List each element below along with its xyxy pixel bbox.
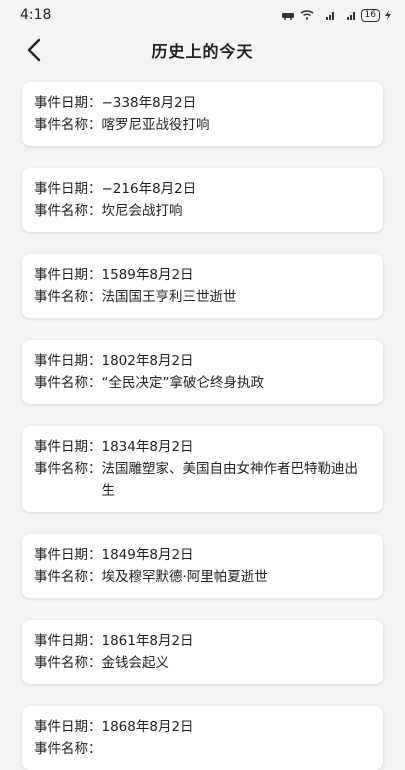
event-card[interactable]: 事件日期： −338年8月2日 事件名称： 喀罗尼亚战役打响	[22, 82, 383, 146]
name-label: 事件名称：	[34, 569, 102, 585]
date-label: 事件日期：	[34, 547, 102, 563]
car-icon	[281, 13, 294, 20]
wifi-icon	[300, 10, 313, 20]
event-date: 1802年8月2日	[101, 353, 194, 369]
event-date: 1861年8月2日	[101, 633, 194, 649]
status-icons: 16	[281, 8, 391, 22]
name-label: 事件名称：	[34, 203, 102, 219]
status-bar: 4:18 16	[0, 0, 405, 30]
name-label: 事件名称：	[34, 289, 102, 305]
event-name: “全民决定”拿破仑终身执政	[101, 375, 265, 391]
event-date: 1589年8月2日	[101, 267, 194, 283]
event-date: 1868年8月2日	[101, 719, 194, 735]
chevron-left-icon	[27, 38, 41, 62]
name-label: 事件名称：	[34, 741, 102, 757]
name-label: 事件名称：	[34, 461, 102, 477]
event-name: 金钱会起义	[101, 655, 170, 671]
date-label: 事件日期：	[34, 439, 102, 455]
date-label: 事件日期：	[34, 633, 102, 649]
event-card[interactable]: 事件日期： −216年8月2日 事件名称： 坎尼会战打响	[22, 168, 383, 232]
event-name: 喀罗尼亚战役打响	[101, 117, 210, 133]
name-label: 事件名称：	[34, 117, 102, 133]
event-card[interactable]: 事件日期： 1849年8月2日 事件名称： 埃及穆罕默德·阿里帕夏逝世	[22, 534, 383, 598]
event-name: 坎尼会战打响	[101, 203, 183, 219]
header: 历史上的今天	[0, 30, 405, 70]
event-card[interactable]: 事件日期： 1802年8月2日 事件名称： “全民决定”拿破仑终身执政	[22, 340, 383, 404]
date-label: 事件日期：	[34, 353, 102, 369]
name-label: 事件名称：	[34, 655, 102, 671]
date-label: 事件日期：	[34, 181, 102, 197]
page-title: 历史上的今天	[151, 42, 254, 61]
event-name: 法国雕塑家、美国自由女神作者巴特勒迪出生	[101, 461, 359, 499]
event-card[interactable]: 事件日期： 1868年8月2日 事件名称：	[22, 706, 383, 770]
date-label: 事件日期：	[34, 95, 102, 111]
status-time: 4:18	[20, 7, 52, 23]
event-card[interactable]: 事件日期： 1834年8月2日 事件名称： 法国雕塑家、美国自由女神作者巴特勒迪出生	[22, 426, 383, 512]
date-label: 事件日期：	[34, 267, 102, 283]
event-card[interactable]: 事件日期： 1861年8月2日 事件名称： 金钱会起义	[22, 620, 383, 684]
event-card[interactable]: 事件日期： 1589年8月2日 事件名称： 法国国王亨利三世逝世	[22, 254, 383, 318]
signal-icon-1	[325, 12, 334, 20]
charging-icon	[385, 10, 391, 20]
name-label: 事件名称：	[34, 375, 102, 391]
back-button[interactable]	[26, 34, 56, 66]
event-date: −338年8月2日	[101, 95, 197, 111]
event-list: 事件日期： −338年8月2日 事件名称： 喀罗尼亚战役打响 事件日期： −216年8…	[0, 70, 405, 770]
date-label: 事件日期：	[34, 719, 102, 735]
signal-icon-2	[346, 12, 355, 20]
battery-indicator: 16	[360, 8, 380, 22]
event-date: 1849年8月2日	[101, 547, 194, 563]
event-name: 埃及穆罕默德·阿里帕夏逝世	[101, 569, 268, 585]
event-date: −216年8月2日	[101, 181, 197, 197]
event-name: 法国国王亨利三世逝世	[101, 289, 237, 305]
event-date: 1834年8月2日	[101, 439, 194, 455]
event-name	[102, 738, 372, 760]
